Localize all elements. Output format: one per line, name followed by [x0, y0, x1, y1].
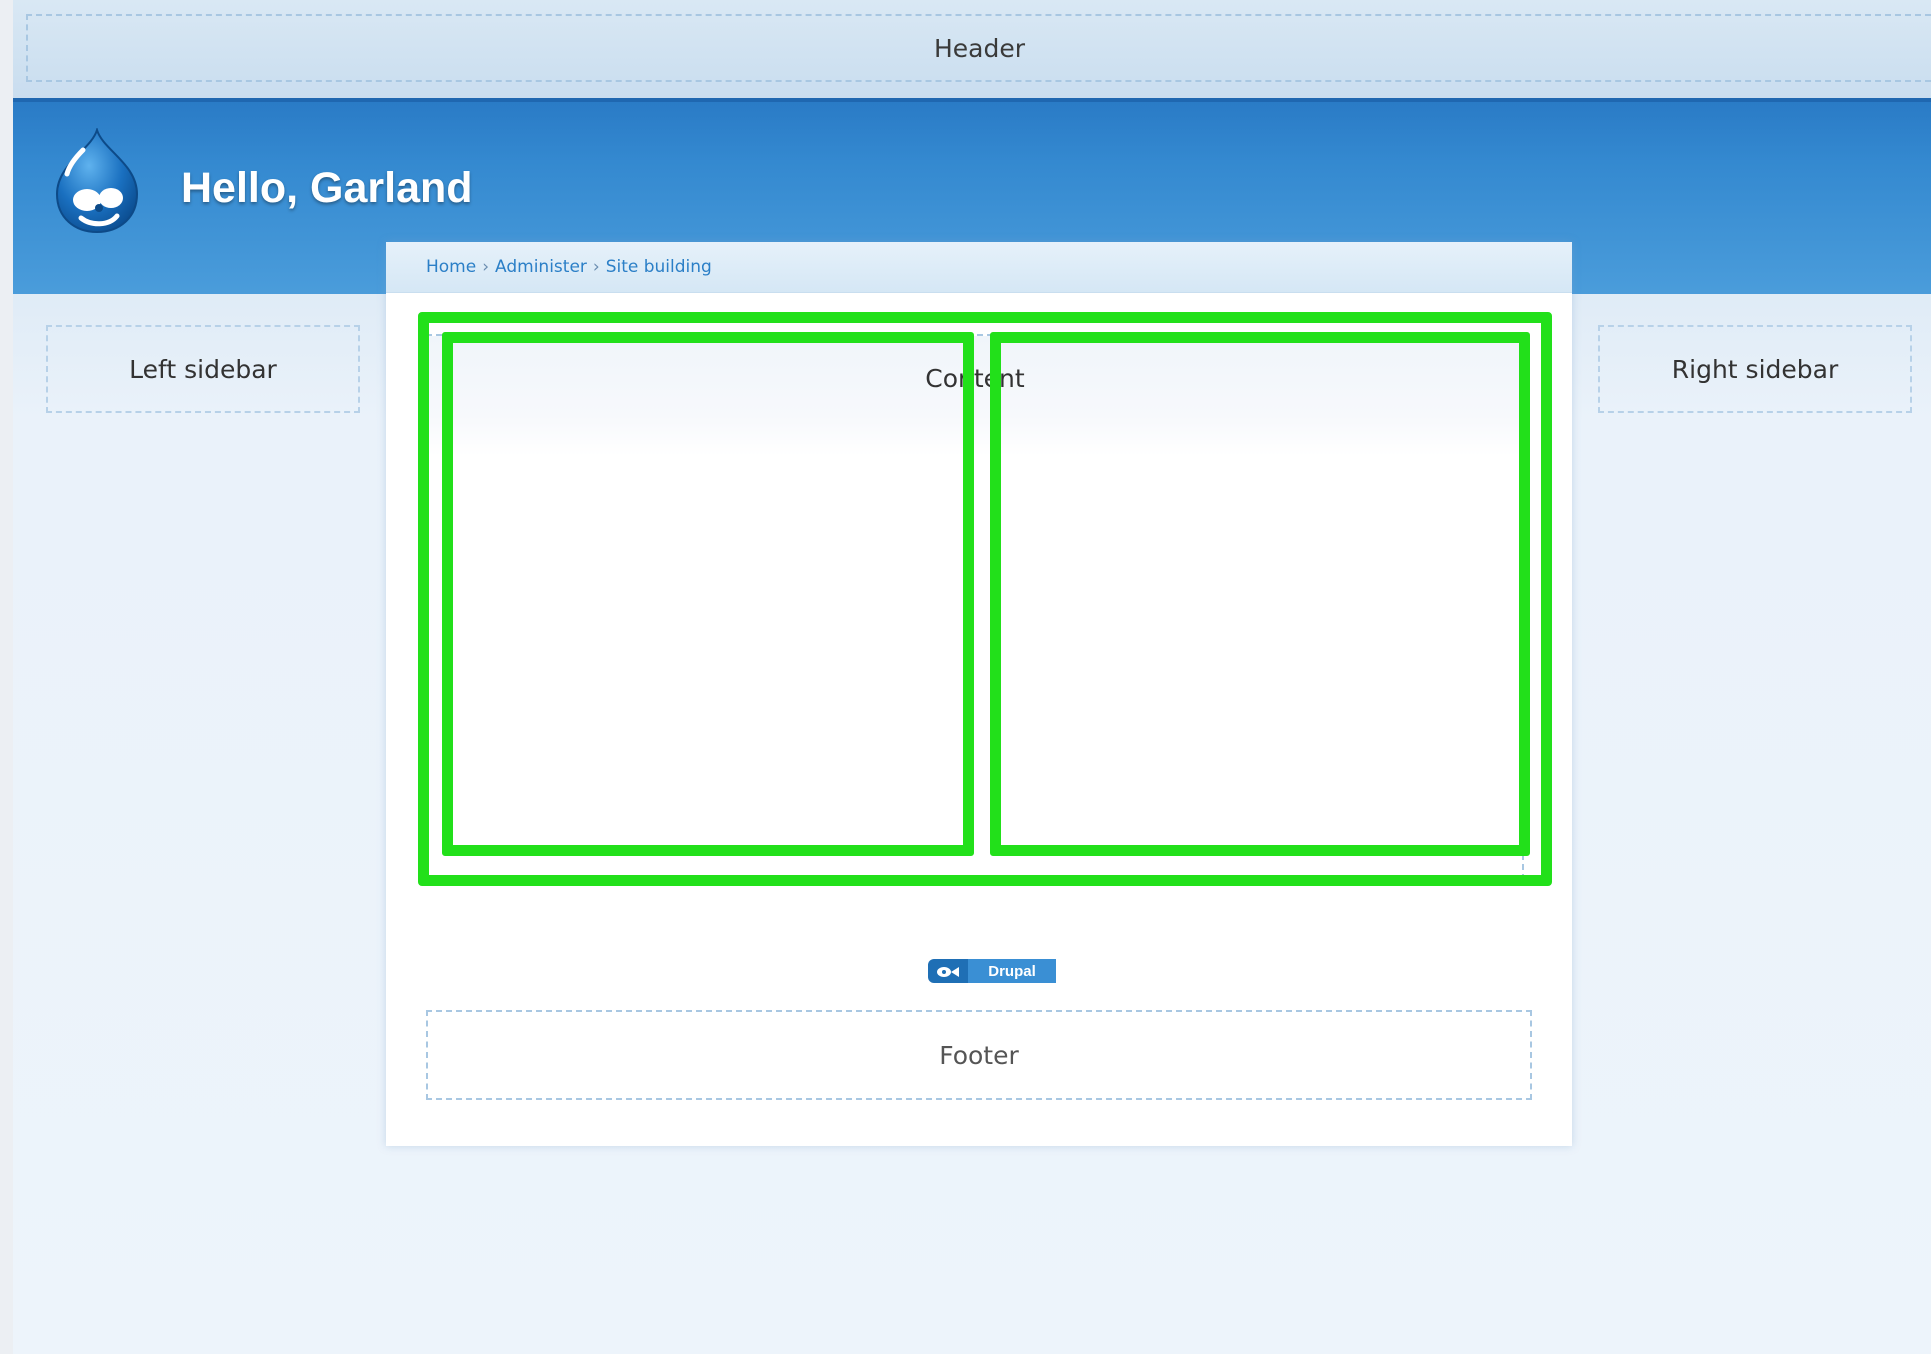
drupal-drop-icon [928, 959, 968, 983]
drupal-logo-icon[interactable] [47, 126, 147, 236]
header-region: Header [26, 14, 1931, 82]
left-sidebar-label: Left sidebar [129, 354, 277, 384]
footer-region-label: Footer [939, 1040, 1019, 1070]
header-band: Header [13, 0, 1931, 98]
left-column-highlight-outline [442, 332, 974, 856]
site-name[interactable]: Hello, Garland [181, 164, 473, 213]
main-panel: Home › Administer › Site building Content Dr… [386, 242, 1572, 1146]
page: Header Hello, Garland Left sidebar Right… [13, 0, 1931, 1354]
breadcrumb-link-site-building[interactable]: Site building [606, 257, 712, 277]
breadcrumb-separator: › [482, 257, 490, 277]
footer-region: Footer [426, 1010, 1532, 1100]
powered-by-label: Drupal [968, 959, 1056, 983]
breadcrumb: Home › Administer › Site building [426, 257, 712, 277]
breadcrumb-link-home[interactable]: Home [426, 257, 476, 277]
right-sidebar-label: Right sidebar [1671, 354, 1839, 384]
right-sidebar-region: Right sidebar [1598, 325, 1912, 413]
breadcrumb-link-administer[interactable]: Administer [495, 257, 587, 277]
breadcrumb-separator: › [592, 257, 600, 277]
powered-by-drupal-badge[interactable]: Drupal [928, 959, 1056, 983]
breadcrumb-bar: Home › Administer › Site building [386, 242, 1572, 293]
left-sidebar-region: Left sidebar [46, 325, 360, 413]
right-column-highlight-outline [990, 332, 1530, 856]
header-region-label: Header [933, 33, 1026, 63]
